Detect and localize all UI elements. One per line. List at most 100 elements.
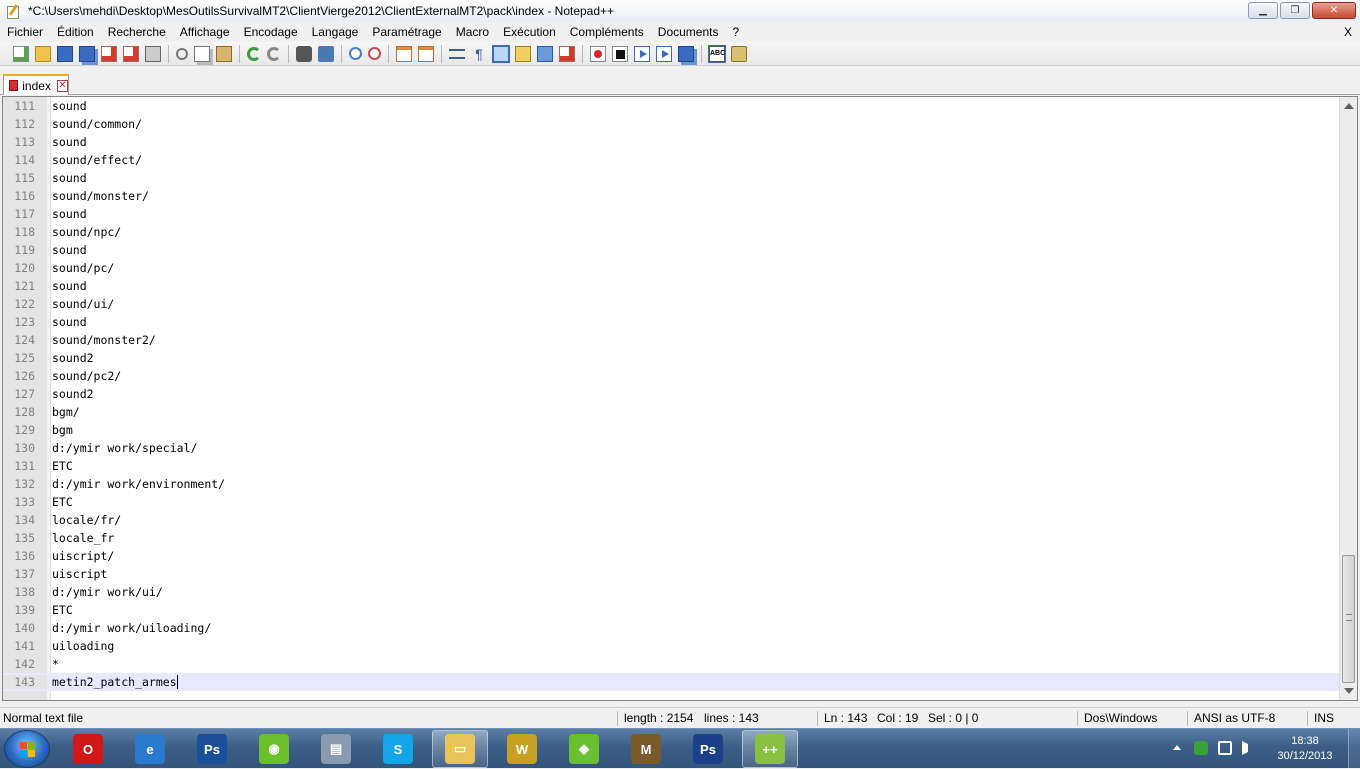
menu-recherche[interactable]: Recherche [101,22,173,42]
menu-macro[interactable]: Macro [449,22,496,42]
text-line[interactable]: 132 d:/ymir work/environment/ [3,475,1339,493]
show-hidden-icons-icon[interactable] [1173,745,1181,750]
text-area[interactable]: 111 sound 112 sound/common/113 sound 114 sound… [3,97,1339,691]
text-line[interactable]: 112 sound/common/ [3,115,1339,133]
line-text[interactable]: bgm [47,423,73,437]
taskbar-app-metin2[interactable]: M [618,730,674,768]
indent-guide-icon[interactable] [492,44,510,63]
line-text[interactable]: sound/npc/ [47,225,121,239]
current-line[interactable]: 143 metin2_patch_armes [3,673,1339,691]
text-line[interactable]: 119 sound [3,241,1339,259]
taskbar-app-opera[interactable]: O [60,730,116,768]
text-line[interactable]: 130 d:/ymir work/special/ [3,439,1339,457]
line-text[interactable]: sound [47,135,87,149]
line-text[interactable]: sound/pc/ [47,261,114,275]
taskbar-app-photoshop[interactable]: Ps [680,730,736,768]
document-map-icon[interactable] [537,45,553,62]
line-text[interactable]: sound/pc2/ [47,369,121,383]
line-text[interactable]: uiscript [47,567,107,581]
play-macro-icon[interactable] [634,45,650,62]
network-icon[interactable] [1218,741,1232,755]
text-line[interactable]: 116 sound/monster/ [3,187,1339,205]
line-text[interactable]: ETC [47,603,73,617]
replace-icon[interactable] [318,45,334,62]
undo-icon[interactable] [247,46,261,61]
function-list-icon[interactable] [559,45,575,62]
open-file-icon[interactable] [35,45,51,62]
save-all-icon[interactable] [79,45,95,62]
text-line[interactable]: 131 ETC [3,457,1339,475]
redo-icon[interactable] [267,46,281,61]
line-text[interactable]: sound [47,99,87,113]
text-line[interactable]: 141 uiloading [3,637,1339,655]
text-line[interactable]: 123 sound [3,313,1339,331]
spell-check-icon[interactable]: ABC [708,44,726,63]
close-icon[interactable] [101,45,117,62]
text-line[interactable]: 114 sound/effect/ [3,151,1339,169]
line-text[interactable]: d:/ymir work/environment/ [47,477,225,491]
line-text[interactable]: sound [47,243,87,257]
taskbar-app-file-explorer[interactable]: ▭ [432,730,488,768]
find-icon[interactable] [296,45,312,62]
line-text[interactable]: sound/common/ [47,117,142,131]
close-document-button[interactable]: X [1344,22,1352,42]
text-line[interactable]: 129 bgm [3,421,1339,439]
text-line[interactable]: 135 locale_fr [3,529,1339,547]
line-text[interactable]: sound/ui/ [47,297,114,311]
tab-index[interactable]: index ✕ [3,74,69,95]
text-line[interactable]: 117 sound [3,205,1339,223]
text-line[interactable]: 122 sound/ui/ [3,295,1339,313]
line-text[interactable]: d:/ymir work/uiloading/ [47,621,211,635]
line-text[interactable]: sound/effect/ [47,153,142,167]
fold-icon[interactable] [515,45,531,62]
new-file-icon[interactable] [13,45,29,62]
zoom-out-icon[interactable] [368,47,381,60]
line-text[interactable]: d:/ymir work/special/ [47,441,197,455]
menu-fichier[interactable]: Fichier [0,22,50,42]
line-text[interactable]: locale_fr [47,531,114,545]
save-macro-icon[interactable] [678,45,694,62]
text-line[interactable]: 120 sound/pc/ [3,259,1339,277]
text-line[interactable]: 111 sound [3,97,1339,115]
line-text[interactable]: * [47,657,59,671]
text-line[interactable]: 127 sound2 [3,385,1339,403]
line-text[interactable]: bgm/ [47,405,80,419]
text-line[interactable]: 115 sound [3,169,1339,187]
paste-icon[interactable] [216,45,232,62]
taskbar-app-device[interactable]: ▤ [308,730,364,768]
text-line[interactable]: 142 * [3,655,1339,673]
line-text[interactable]: metin2_patch_armes [47,675,177,689]
start-button[interactable] [4,730,50,768]
text-line[interactable]: 136 uiscript/ [3,547,1339,565]
close-all-icon[interactable] [123,45,139,62]
record-macro-icon[interactable] [590,45,606,62]
run-macro-multiple-icon[interactable] [656,45,672,62]
editor-pane[interactable]: 111 sound 112 sound/common/113 sound 114 sound… [2,96,1358,701]
close-window-button[interactable]: ✕ [1312,2,1356,19]
system-clock[interactable]: 18:38 30/12/2013 [1270,734,1340,764]
copy-icon[interactable] [194,45,210,62]
line-text[interactable]: sound2 [47,387,94,401]
menu-execution[interactable]: Exécution [496,22,563,42]
taskbar-app-green-app[interactable]: ◆ [556,730,612,768]
text-line[interactable]: 138 d:/ymir work/ui/ [3,583,1339,601]
text-line[interactable]: 126 sound/pc2/ [3,367,1339,385]
text-line[interactable]: 121 sound [3,277,1339,295]
show-all-chars-icon[interactable]: ¶ [471,46,487,62]
line-text[interactable]: sound [47,315,87,329]
line-text[interactable]: sound2 [47,351,94,365]
text-line[interactable]: 140 d:/ymir work/uiloading/ [3,619,1339,637]
line-text[interactable]: ETC [47,495,73,509]
text-line[interactable]: 118 sound/npc/ [3,223,1339,241]
line-text[interactable]: sound [47,171,87,185]
save-icon[interactable] [57,45,73,62]
taskbar-app-winamp[interactable]: W [494,730,550,768]
text-line[interactable]: 113 sound [3,133,1339,151]
taskbar-app-internet-explorer[interactable]: e [122,730,178,768]
plugin-icon[interactable] [731,45,747,62]
text-line[interactable]: 133 ETC [3,493,1339,511]
text-line[interactable]: 139 ETC [3,601,1339,619]
menu-encodage[interactable]: Encodage [237,22,305,42]
menu-langage[interactable]: Langage [305,22,366,42]
stop-macro-icon[interactable] [612,45,628,62]
